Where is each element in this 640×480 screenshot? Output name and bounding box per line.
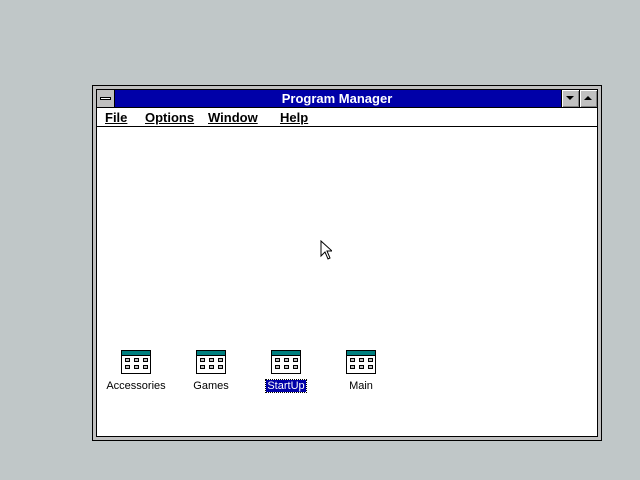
group-label: Main [349,380,373,392]
program-group-icon [346,350,376,374]
program-group-icon [271,350,301,374]
program-group-icon [196,350,226,374]
menu-bar: File Options Window Help [97,108,597,127]
program-group-icon [121,350,151,374]
maximize-button[interactable] [579,90,597,107]
mouse-pointer-icon [320,240,332,260]
system-menu-button[interactable] [97,90,115,107]
minimize-arrow-icon [566,96,574,100]
minimize-button[interactable] [561,90,579,107]
menu-help-label: Help [280,110,309,125]
group-label: Games [193,380,229,392]
menu-window[interactable]: Window [208,110,258,125]
menu-file[interactable]: File [105,110,127,125]
window-frame: Program Manager File Options Window Help [96,89,598,437]
group-label: StartUp [265,379,307,393]
group-startup[interactable]: StartUp [251,350,321,400]
menu-file-label: File [105,110,128,125]
menu-options[interactable]: Options [145,110,194,125]
window-title: Program Manager [281,91,393,106]
group-accessories[interactable]: Accessories [101,350,171,400]
workspace: Accessories Games StartUp Main [97,127,597,436]
maximize-arrow-icon [584,96,592,100]
menu-options-label: Options [145,110,195,125]
program-manager-window: Program Manager File Options Window Help [92,85,602,441]
title-bar[interactable]: Program Manager [97,90,597,108]
system-menu-icon [100,97,111,100]
menu-help[interactable]: Help [280,110,308,125]
menu-window-label: Window [208,110,258,125]
group-label: Accessories [106,380,166,392]
group-games[interactable]: Games [176,350,246,400]
group-main[interactable]: Main [326,350,396,400]
